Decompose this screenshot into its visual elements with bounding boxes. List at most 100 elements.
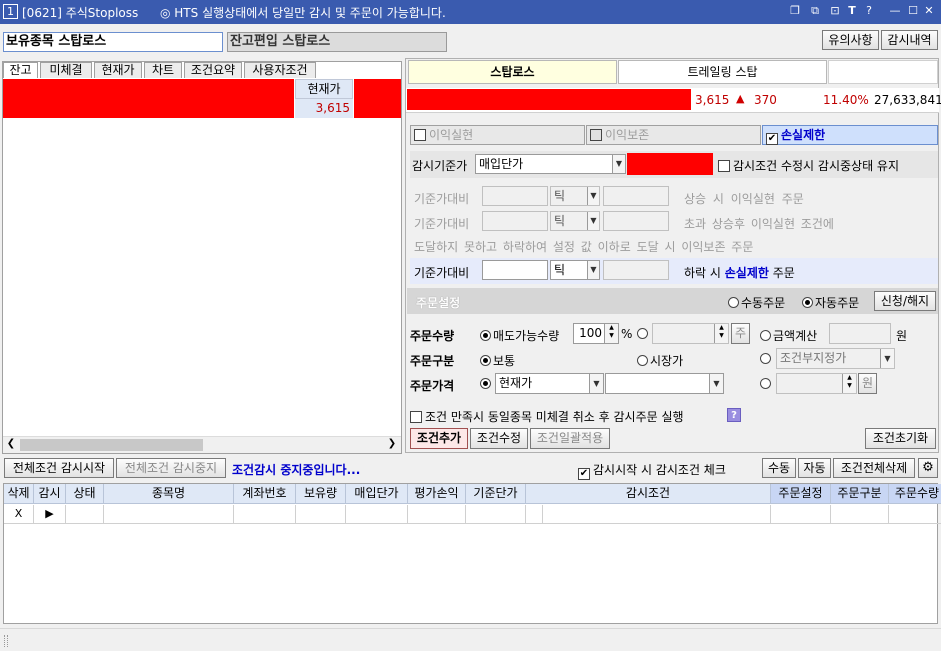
close-icon[interactable]: ✕ [922, 4, 936, 18]
keep-watch-option[interactable]: 감시조건 수정시 감시중상태 유지 [718, 157, 899, 174]
price-custom-radio[interactable] [760, 377, 773, 391]
qty-shares-spinner-icon[interactable]: ▲ ▼ [714, 324, 728, 343]
qty-shares-unit-button[interactable]: 주 [731, 323, 750, 344]
profit-take-checkbox[interactable] [414, 129, 426, 141]
cond-tab-profit-keep[interactable]: 이익보존 [586, 125, 761, 145]
check-on-start-checkbox[interactable]: ✔ [578, 468, 590, 480]
type-market-radio[interactable]: 시장가 [637, 352, 683, 369]
qty-percent-spinner-icon[interactable]: ▲ ▼ [604, 324, 618, 343]
amount-calc-radio[interactable]: 금액계산 [760, 327, 817, 344]
copy-icon[interactable]: ⧉ [808, 4, 822, 18]
restore-icon[interactable]: ❐ [788, 4, 802, 18]
start-all-button[interactable]: 전체조건 감시시작 [4, 458, 114, 478]
price-offset-dropdown-icon[interactable]: ▼ [709, 374, 723, 393]
apply-cancel-button[interactable]: 신청/해지 [874, 291, 936, 311]
row1-dropdown-icon[interactable]: ▼ [587, 187, 599, 205]
tab-balance[interactable]: 잔고 [3, 62, 38, 78]
tab-holding-stoploss[interactable]: 보유종목 스탑로스 [3, 32, 223, 52]
cancel-unfilled-option[interactable]: 조건 만족시 동일종목 미체결 취소 후 감시주문 실행 [410, 408, 684, 425]
check-on-start-option[interactable]: ✔ 감시시작 시 감시조건 체크 [578, 461, 726, 480]
delete-all-button[interactable]: 조건전체삭제 [833, 458, 915, 478]
row4-label: 기준가대비 [414, 266, 470, 280]
cancel-unfilled-checkbox[interactable] [410, 411, 422, 423]
add-condition-button[interactable]: 조건추가 [410, 428, 468, 449]
tab-condition-summary[interactable]: 조건요약 [184, 62, 242, 78]
scroll-thumb[interactable] [20, 439, 203, 451]
tab-unfilled[interactable]: 미체결 [40, 62, 92, 78]
row2-result-input[interactable] [603, 211, 669, 231]
tab-stoploss[interactable]: 스탑로스 [408, 60, 617, 84]
qty-sellable-radio[interactable]: 매도가능수량 [480, 327, 559, 344]
font-icon[interactable]: T [845, 4, 859, 18]
history-button[interactable]: 감시내역 [881, 30, 938, 50]
row1-result-input[interactable] [603, 186, 669, 206]
tab-user-condition[interactable]: 사용자조건 [244, 62, 316, 78]
help-icon[interactable]: ? [862, 4, 876, 18]
reset-condition-button[interactable]: 조건초기화 [865, 428, 936, 449]
tab-trailing-stop[interactable]: 트레일링 스탑 [618, 60, 827, 84]
amount-input[interactable] [829, 323, 891, 344]
column-header-holding[interactable]: 보유량 [296, 484, 346, 504]
stop-all-button[interactable]: 전체조건 감시중지 [116, 458, 226, 478]
price-type-select[interactable]: 현재가 [495, 373, 604, 394]
minimize-icon[interactable]: — [888, 4, 902, 18]
notice-button[interactable]: 유의사항 [822, 30, 879, 50]
price-current-radio[interactable] [480, 377, 493, 391]
price-offset-select[interactable] [605, 373, 724, 394]
column-header-order-qty[interactable]: 주문수량 [889, 484, 941, 504]
column-header-order-setting[interactable]: 주문설정 [771, 484, 831, 504]
column-header-base-price[interactable]: 기준단가 [466, 484, 526, 504]
column-header-status[interactable]: 상태 [66, 484, 104, 504]
tab-balance-stoploss[interactable]: 잔고편입 스탑로스 [227, 32, 447, 52]
type-dropdown-icon[interactable]: ▼ [880, 349, 894, 368]
type-normal-radio[interactable]: 보통 [480, 352, 515, 369]
cond-tab-loss-limit[interactable]: ✔ 손실제한 [762, 125, 938, 145]
keep-watch-checkbox[interactable] [718, 160, 730, 172]
row1-value-input[interactable] [482, 186, 548, 206]
auto-order-radio[interactable]: 자동주문 [802, 294, 859, 311]
scroll-left-icon[interactable]: ❮ [5, 438, 17, 452]
auto-button[interactable]: 자동 [798, 458, 831, 478]
type-conditional-radio[interactable] [760, 352, 773, 366]
qty-shares-radio[interactable] [637, 327, 650, 341]
column-header-watch-condition[interactable]: 감시조건 [526, 484, 771, 504]
cell-price[interactable]: 3,615 [295, 99, 353, 118]
profit-keep-checkbox[interactable] [590, 129, 602, 141]
lock-icon[interactable]: ⊡ [828, 4, 842, 18]
tab-empty [828, 60, 938, 84]
row3-text: 도달하지 못하고 하락하여 설정 값 이하로 도달 시 이익보존 주문 [414, 240, 754, 254]
tab-chart[interactable]: 차트 [144, 62, 182, 78]
row2-dropdown-icon[interactable]: ▼ [587, 212, 599, 230]
column-header-watch[interactable]: 감시 [34, 484, 66, 504]
price-type-dropdown-icon[interactable]: ▼ [589, 374, 603, 393]
column-header-delete[interactable]: 삭제 [4, 484, 34, 504]
column-header-stock-name[interactable]: 종목명 [104, 484, 234, 504]
delete-row-icon[interactable]: X [4, 505, 34, 524]
row4-dropdown-icon[interactable]: ▼ [587, 261, 599, 279]
column-header-account[interactable]: 계좌번호 [234, 484, 296, 504]
price-unit-button[interactable]: 원 [858, 373, 877, 394]
left-hscrollbar[interactable]: ❮ ❯ [3, 436, 401, 453]
gear-icon[interactable]: ⚙ [918, 458, 938, 478]
column-header-order-type[interactable]: 주문구분 [831, 484, 889, 504]
column-header-buy-price[interactable]: 매입단가 [346, 484, 408, 504]
watch-play-icon[interactable]: ▶ [34, 505, 66, 524]
base-price-dropdown-icon[interactable]: ▼ [612, 155, 625, 173]
manual-order-radio[interactable]: 수동주문 [728, 294, 785, 311]
type-conditional-select[interactable]: 조건부지정가 [776, 348, 895, 369]
loss-limit-checkbox[interactable]: ✔ [766, 133, 778, 145]
base-price-select[interactable]: 매입단가 [475, 154, 626, 174]
tab-current-price[interactable]: 현재가 [94, 62, 142, 78]
column-header-pnl[interactable]: 평가손익 [408, 484, 466, 504]
maximize-icon[interactable]: ☐ [906, 4, 920, 18]
bulk-apply-button[interactable]: 조건일괄적용 [530, 428, 610, 449]
modify-condition-button[interactable]: 조건수정 [470, 428, 528, 449]
row4-result-input[interactable] [603, 260, 669, 280]
manual-button[interactable]: 수동 [762, 458, 796, 478]
cond-tab-profit-take[interactable]: 이익실현 [410, 125, 585, 145]
help-icon[interactable]: ? [727, 408, 741, 422]
row2-value-input[interactable] [482, 211, 548, 231]
row4-value-input[interactable] [482, 260, 548, 280]
price-spinner-icon[interactable]: ▲ ▼ [842, 374, 856, 393]
scroll-right-icon[interactable]: ❯ [386, 438, 398, 452]
